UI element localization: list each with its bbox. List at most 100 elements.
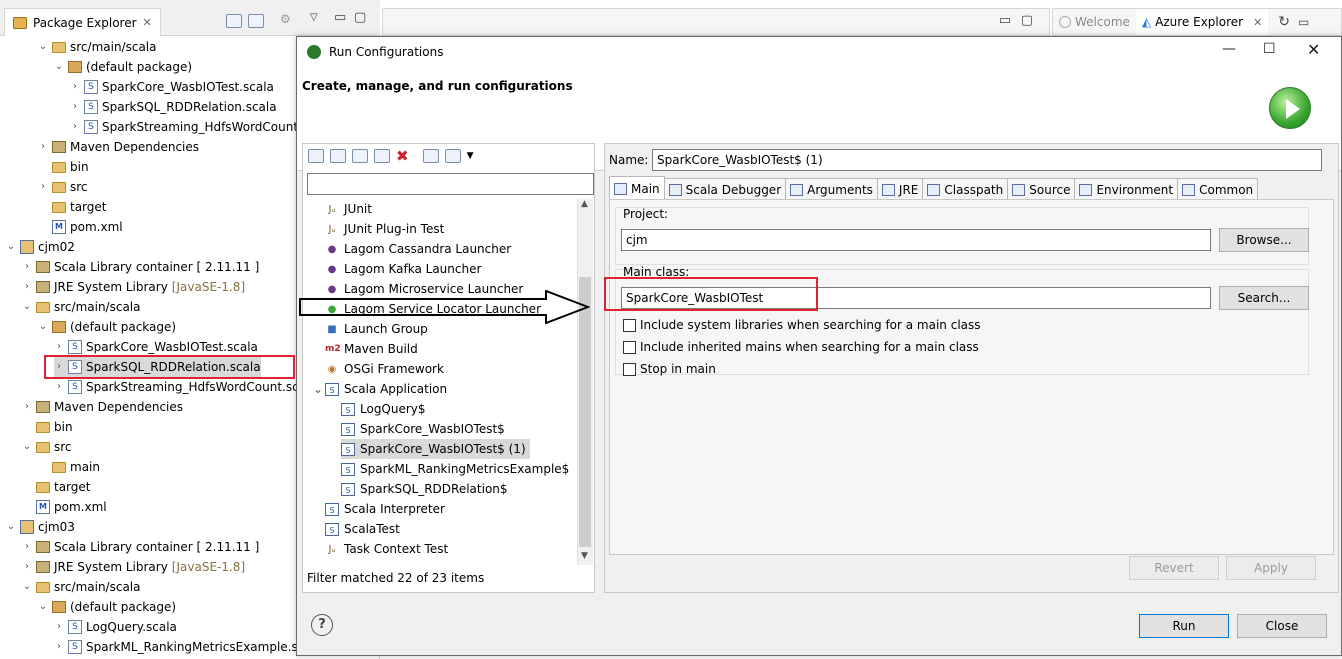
chevron-right-icon[interactable]: ›	[22, 277, 32, 297]
config-item[interactable]: S SparkCore_WasbIOTest$ (1)	[341, 439, 530, 459]
delete-icon[interactable]: ✖	[396, 147, 409, 165]
chevron-down-icon[interactable]: ⌄	[22, 297, 32, 317]
chevron-right-icon[interactable]: ›	[70, 77, 80, 97]
chevron-down-icon[interactable]: ⌄	[38, 597, 48, 617]
help-icon[interactable]: ?	[311, 614, 333, 636]
refresh-icon[interactable]: ↻	[1278, 14, 1290, 30]
tab-scala-debugger[interactable]: Scala Debugger	[663, 178, 787, 200]
chevron-right-icon[interactable]: ›	[54, 377, 64, 397]
tree-item[interactable]: ⌄ cjm03	[6, 517, 75, 537]
config-item[interactable]: ● Lagom Kafka Launcher	[325, 259, 485, 279]
chevron-right-icon[interactable]: ›	[54, 637, 64, 657]
tree-item[interactable]: › Maven Dependencies	[38, 137, 199, 157]
tree-item[interactable]: › S SparkSQL_RDDRelation.scala	[70, 97, 277, 117]
tree-item[interactable]: › S SparkStreaming_HdfsWordCount.sc	[70, 117, 315, 137]
tab-welcome[interactable]: Welcome	[1053, 15, 1136, 29]
chevron-right-icon[interactable]: ›	[70, 117, 80, 137]
chevron-right-icon[interactable]: ›	[22, 257, 32, 277]
include-system-libraries-checkbox[interactable]: Include system libraries when searching …	[623, 318, 981, 332]
chevron-down-icon[interactable]: ▼	[467, 151, 474, 161]
minimize-icon[interactable]: ▭	[999, 13, 1011, 28]
chevron-right-icon[interactable]: ›	[22, 397, 32, 417]
chevron-right-icon[interactable]: ›	[54, 337, 64, 357]
close-button[interactable]: ✕	[1307, 40, 1320, 59]
browse-button[interactable]: Browse...	[1219, 228, 1309, 252]
config-item[interactable]: Jᵤ JUnit	[325, 199, 376, 219]
config-item[interactable]: ◉ OSGi Framework	[325, 359, 448, 379]
checkbox-box[interactable]	[623, 318, 636, 332]
config-item[interactable]: m2 Maven Build	[325, 339, 422, 359]
tree-item[interactable]: › S SparkStreaming_HdfsWordCount.sc	[54, 377, 299, 397]
tree-item[interactable]: › Scala Library container [ 2.11.11 ]	[22, 257, 259, 277]
chevron-down-icon[interactable]: ⌄	[313, 379, 323, 399]
scroll-down-icon[interactable]: ▼	[581, 551, 588, 561]
tree-item[interactable]: › S SparkML_RankingMetricsExample.s	[54, 637, 298, 657]
maximize-button[interactable]: ☐	[1263, 41, 1276, 57]
project-field[interactable]: cjm	[621, 229, 1211, 251]
collapse-all-icon[interactable]	[422, 149, 439, 163]
config-item[interactable]: Jᵤ JUnit Plug-in Test	[325, 219, 448, 239]
config-item[interactable]: S SparkCore_WasbIOTest$	[341, 419, 509, 439]
config-item[interactable]: S SparkSQL_RDDRelation$	[341, 479, 512, 499]
chevron-down-icon[interactable]: ⌄	[54, 57, 64, 77]
config-item[interactable]: S ScalaTest	[325, 519, 404, 539]
chevron-down-icon[interactable]: ⌄	[38, 317, 48, 337]
new-configuration-icon[interactable]	[308, 149, 324, 163]
chevron-down-icon[interactable]: ⌄	[22, 577, 32, 597]
stop-in-main-checkbox[interactable]: Stop in main	[623, 362, 716, 376]
tree-item[interactable]: › Scala Library container [ 2.11.11 ]	[22, 537, 259, 557]
export-icon[interactable]	[352, 149, 368, 163]
maximize-icon[interactable]: ▢	[354, 10, 366, 25]
chevron-right-icon[interactable]: ›	[54, 617, 64, 637]
config-item[interactable]: S LogQuery$	[341, 399, 430, 419]
tab-environment[interactable]: Environment	[1074, 178, 1179, 200]
new-prototype-icon[interactable]	[330, 149, 346, 163]
tree-item[interactable]: ⌄ (default package)	[54, 57, 192, 77]
tree-item[interactable]: › Maven Dependencies	[22, 397, 183, 417]
tab-azure-explorer[interactable]: ◭ Azure Explorer ✕	[1135, 9, 1269, 35]
chevron-right-icon[interactable]: ›	[22, 557, 32, 577]
tree-item[interactable]: Mpom.xml	[38, 217, 123, 237]
revert-button[interactable]: Revert	[1129, 556, 1219, 580]
tree-item[interactable]: › src	[38, 177, 88, 197]
close-icon[interactable]: ✕	[1253, 16, 1262, 29]
tree-item[interactable]: ⌄ (default package)	[38, 597, 176, 617]
checkbox-box[interactable]	[623, 362, 636, 376]
tree-item[interactable]: ⌄ src/main/scala	[38, 37, 157, 57]
tree-item[interactable]: › S SparkCore_WasbIOTest.scala	[70, 77, 274, 97]
tab-common[interactable]: Common	[1177, 178, 1259, 200]
tree-item[interactable]: target	[38, 197, 107, 217]
minimize-icon[interactable]: ▭	[1298, 15, 1309, 29]
chevron-down-icon[interactable]: ⌄	[6, 237, 16, 257]
tab-source[interactable]: Source	[1007, 178, 1076, 200]
close-dialog-button[interactable]: Close	[1237, 614, 1327, 638]
tab-jre[interactable]: JRE	[876, 178, 924, 200]
view-menu-icon[interactable]: ▽	[310, 12, 318, 23]
tab-arguments[interactable]: Arguments	[785, 178, 878, 200]
tree-item[interactable]: › JRE System Library [JavaSE-1.8]	[22, 557, 245, 577]
tree-item[interactable]: ⌄ cjm02	[6, 237, 75, 257]
chevron-right-icon[interactable]: ›	[38, 137, 48, 157]
tree-item[interactable]: ⌄ src/main/scala	[22, 577, 141, 597]
minimize-icon[interactable]: ▭	[334, 10, 346, 25]
chevron-right-icon[interactable]: ›	[70, 97, 80, 117]
tree-item[interactable]: › S LogQuery.scala	[54, 617, 177, 637]
config-item[interactable]: S Scala Interpreter	[325, 499, 449, 519]
minimize-button[interactable]: —	[1222, 41, 1236, 57]
apply-button[interactable]: Apply	[1226, 556, 1316, 580]
config-item[interactable]: S SparkML_RankingMetricsExample$	[341, 459, 573, 479]
chevron-right-icon[interactable]: ›	[38, 177, 48, 197]
collapse-all-icon[interactable]	[226, 14, 242, 28]
close-icon[interactable]: ✕	[143, 16, 152, 29]
config-item[interactable]: ⌄ S Scala Application	[313, 379, 451, 399]
name-field[interactable]: SparkCore_WasbIOTest$ (1)	[652, 149, 1322, 171]
filter-icon[interactable]	[444, 149, 461, 163]
tree-item[interactable]: › JRE System Library [JavaSE-1.8]	[22, 277, 245, 297]
maximize-icon[interactable]: ▢	[1021, 13, 1033, 28]
config-item[interactable]: ● Lagom Cassandra Launcher	[325, 239, 515, 259]
tree-item[interactable]: bin	[38, 157, 89, 177]
tab-classpath[interactable]: Classpath	[922, 178, 1009, 200]
tree-item[interactable]: › S SparkCore_WasbIOTest.scala	[54, 337, 258, 357]
tree-item[interactable]: main	[38, 457, 100, 477]
search-button[interactable]: Search...	[1219, 286, 1309, 310]
